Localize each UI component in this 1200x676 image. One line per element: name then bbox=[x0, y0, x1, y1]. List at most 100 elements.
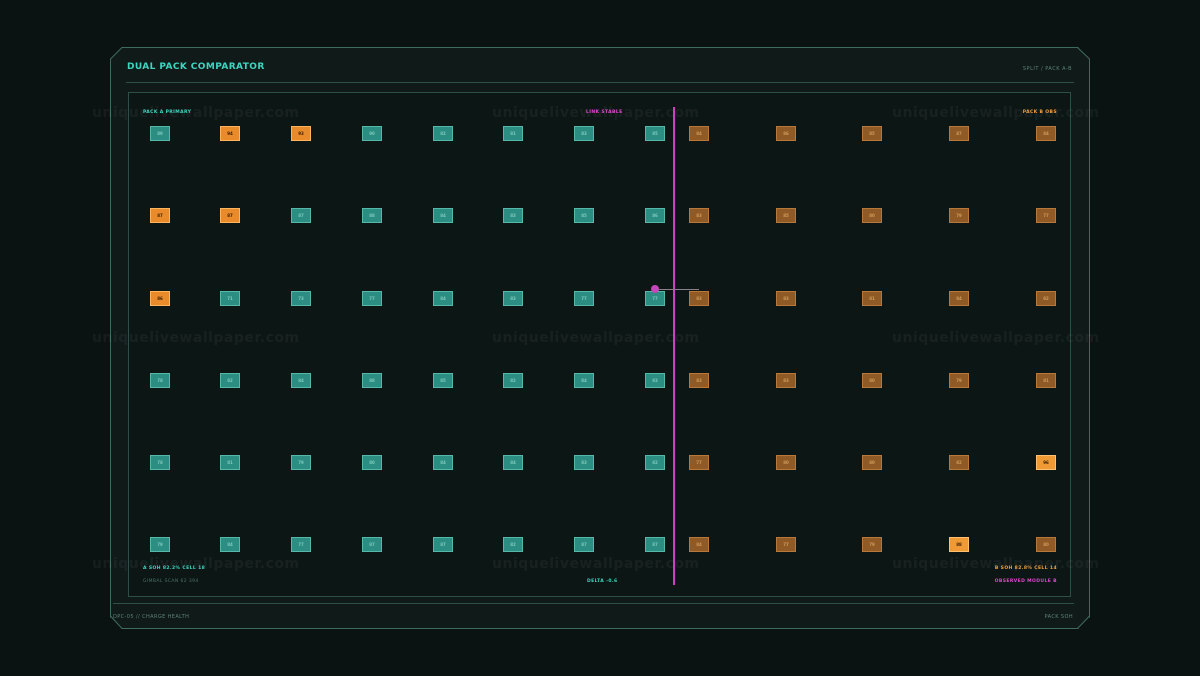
pack-a-cell[interactable]: 87 bbox=[220, 208, 240, 223]
pack-a-cell[interactable]: 83 bbox=[503, 291, 523, 306]
pack-a-cell[interactable]: 84 bbox=[574, 373, 594, 388]
footer-left: DPC-05 // CHARGE HEALTH bbox=[113, 614, 190, 620]
pack-a-cell[interactable]: 87 bbox=[645, 537, 665, 552]
scan-line bbox=[657, 289, 699, 290]
pack-b-cell[interactable]: 77 bbox=[776, 537, 796, 552]
header-divider bbox=[126, 82, 1074, 83]
pack-b-cell[interactable]: 79 bbox=[949, 208, 969, 223]
pack-b-cell[interactable]: 83 bbox=[776, 373, 796, 388]
pack-b-cell[interactable]: 81 bbox=[1036, 373, 1056, 388]
pack-a-cell[interactable]: 90 bbox=[362, 126, 382, 141]
pack-a-cell[interactable]: 81 bbox=[220, 455, 240, 470]
watermark-text: uniquelivewallpaper.com bbox=[92, 330, 300, 346]
pack-b-label: PACK B OBS bbox=[1022, 110, 1057, 115]
pack-a-cell[interactable]: 87 bbox=[291, 208, 311, 223]
split-divider[interactable] bbox=[673, 107, 675, 585]
pack-a-cell[interactable]: 89 bbox=[150, 126, 170, 141]
pack-a-cell[interactable]: 77 bbox=[645, 291, 665, 306]
pack-b-cell[interactable]: 85 bbox=[776, 208, 796, 223]
pack-b-cell[interactable]: 80 bbox=[862, 455, 882, 470]
pack-a-cell[interactable]: 82 bbox=[503, 373, 523, 388]
link-status: LINK STABLE bbox=[586, 110, 623, 115]
watermark-text: uniquelivewallpaper.com bbox=[92, 105, 300, 121]
scan-marker[interactable] bbox=[651, 285, 659, 293]
pack-b-cell[interactable]: 84 bbox=[689, 126, 709, 141]
pack-b-cell[interactable]: 84 bbox=[949, 291, 969, 306]
pack-b-cell[interactable]: 88 bbox=[949, 537, 969, 552]
pack-a-cell[interactable]: 86 bbox=[645, 208, 665, 223]
app-title: DUAL PACK COMPARATOR bbox=[127, 62, 265, 72]
pack-b-cell[interactable]: 80 bbox=[776, 455, 796, 470]
observed-module: OBSERVED MODULE B bbox=[994, 579, 1057, 584]
pack-a-cell[interactable]: 84 bbox=[433, 455, 453, 470]
pack-b-cell[interactable]: 84 bbox=[689, 537, 709, 552]
footer-right: PACK SOH bbox=[1044, 614, 1073, 620]
pack-a-cell[interactable]: 85 bbox=[574, 208, 594, 223]
pack-a-cell[interactable]: 79 bbox=[150, 537, 170, 552]
pack-a-cell[interactable]: 77 bbox=[291, 537, 311, 552]
pack-b-cell[interactable]: 82 bbox=[1036, 291, 1056, 306]
pack-a-cell[interactable]: 87 bbox=[433, 537, 453, 552]
pack-a-cell[interactable]: 82 bbox=[220, 373, 240, 388]
gimbal-scan: GIMBAL SCAN 62 394 bbox=[143, 579, 199, 584]
pack-b-cell[interactable]: 80 bbox=[862, 208, 882, 223]
pack-a-cell[interactable]: 84 bbox=[433, 208, 453, 223]
pack-b-soh: B SOH 82.8% CELL 14 bbox=[994, 566, 1057, 571]
pack-a-cell[interactable]: 82 bbox=[645, 455, 665, 470]
pack-a-cell[interactable]: 73 bbox=[291, 291, 311, 306]
pack-a-cell[interactable]: 71 bbox=[220, 291, 240, 306]
pack-a-label: PACK A PRIMARY bbox=[143, 110, 192, 115]
pack-b-cell[interactable]: 83 bbox=[689, 291, 709, 306]
split-indicator[interactable]: SPLIT / PACK A-B bbox=[1023, 66, 1072, 72]
pack-a-cell[interactable]: 83 bbox=[574, 126, 594, 141]
pack-b-cell[interactable]: 77 bbox=[689, 455, 709, 470]
pack-a-cell[interactable]: 83 bbox=[574, 455, 594, 470]
pack-a-cell[interactable]: 87 bbox=[362, 537, 382, 552]
pack-a-cell[interactable]: 87 bbox=[574, 537, 594, 552]
pack-b-cell[interactable]: 96 bbox=[1036, 455, 1056, 470]
pack-b-cell[interactable]: 85 bbox=[862, 126, 882, 141]
pack-a-cell[interactable]: 84 bbox=[433, 291, 453, 306]
pack-a-cell[interactable]: 94 bbox=[220, 126, 240, 141]
watermark-text: uniquelivewallpaper.com bbox=[492, 556, 700, 572]
pack-b-cell[interactable]: 87 bbox=[949, 126, 969, 141]
pack-a-cell[interactable]: 79 bbox=[291, 455, 311, 470]
pack-a-soh: A SOH 82.2% CELL 18 bbox=[143, 566, 206, 571]
pack-b-cell[interactable]: 80 bbox=[862, 373, 882, 388]
pack-a-cell[interactable]: 82 bbox=[503, 537, 523, 552]
watermark-text: uniquelivewallpaper.com bbox=[892, 105, 1100, 121]
pack-a-cell[interactable]: 85 bbox=[645, 126, 665, 141]
pack-b-cell[interactable]: 77 bbox=[1036, 208, 1056, 223]
pack-a-cell[interactable]: 78 bbox=[150, 455, 170, 470]
pack-a-cell[interactable]: 87 bbox=[150, 208, 170, 223]
watermark-text: uniquelivewallpaper.com bbox=[892, 330, 1100, 346]
pack-a-cell[interactable]: 78 bbox=[150, 373, 170, 388]
pack-b-cell[interactable]: 81 bbox=[862, 291, 882, 306]
pack-b-cell[interactable]: 82 bbox=[949, 455, 969, 470]
pack-b-cell[interactable]: 79 bbox=[862, 537, 882, 552]
soh-delta: DELTA -0.6 bbox=[587, 579, 618, 584]
pack-a-cell[interactable]: 83 bbox=[503, 208, 523, 223]
pack-a-cell[interactable]: 88 bbox=[362, 208, 382, 223]
pack-b-cell[interactable]: 80 bbox=[1036, 537, 1056, 552]
pack-b-cell[interactable]: 79 bbox=[949, 373, 969, 388]
pack-b-cell[interactable]: 83 bbox=[689, 373, 709, 388]
pack-a-cell[interactable]: 77 bbox=[362, 291, 382, 306]
pack-b-cell[interactable]: 83 bbox=[689, 208, 709, 223]
pack-b-cell[interactable]: 86 bbox=[776, 126, 796, 141]
pack-a-cell[interactable]: 80 bbox=[362, 455, 382, 470]
pack-a-cell[interactable]: 82 bbox=[433, 126, 453, 141]
pack-a-cell[interactable]: 83 bbox=[645, 373, 665, 388]
pack-a-cell[interactable]: 86 bbox=[150, 291, 170, 306]
pack-a-cell[interactable]: 93 bbox=[291, 126, 311, 141]
pack-a-cell[interactable]: 81 bbox=[503, 126, 523, 141]
pack-a-cell[interactable]: 84 bbox=[291, 373, 311, 388]
pack-a-cell[interactable]: 84 bbox=[220, 537, 240, 552]
pack-b-cell[interactable]: 83 bbox=[776, 291, 796, 306]
pack-a-cell[interactable]: 85 bbox=[433, 373, 453, 388]
pack-a-cell[interactable]: 84 bbox=[503, 455, 523, 470]
pack-a-cell[interactable]: 77 bbox=[574, 291, 594, 306]
pack-a-cell[interactable]: 88 bbox=[362, 373, 382, 388]
pack-b-cell[interactable]: 84 bbox=[1036, 126, 1056, 141]
watermark-text: uniquelivewallpaper.com bbox=[492, 330, 700, 346]
